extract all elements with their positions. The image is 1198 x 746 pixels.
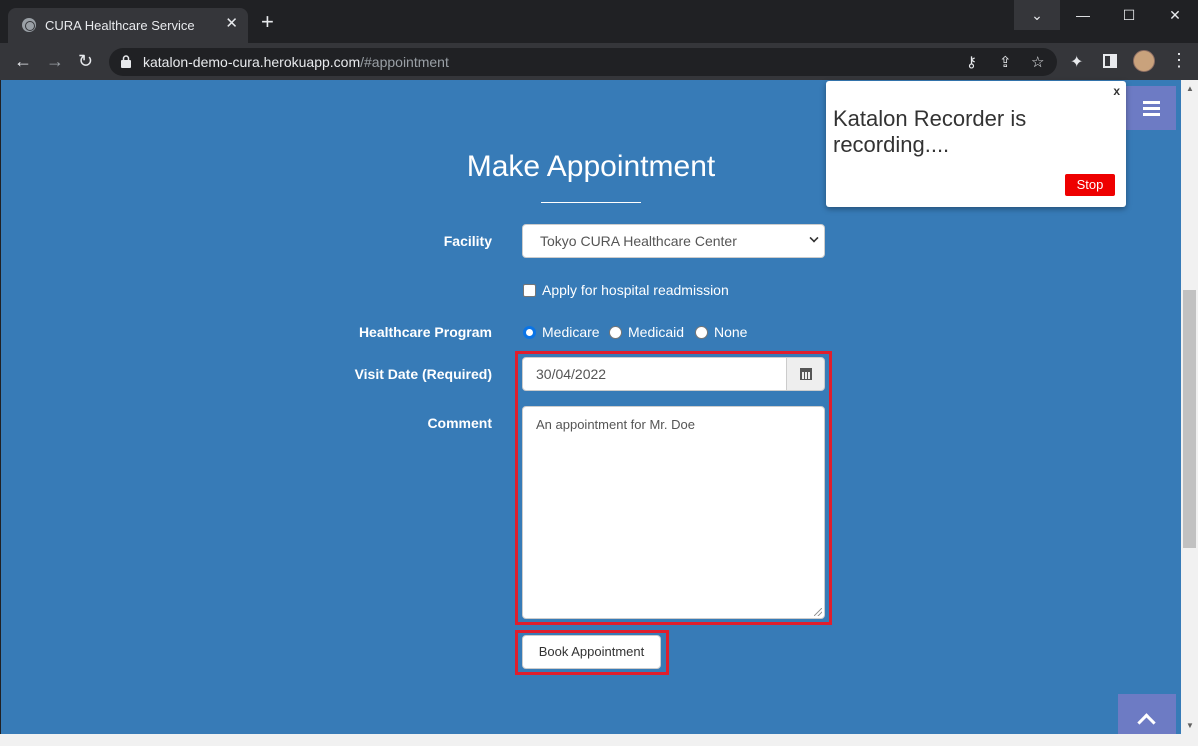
comment-label: Comment (427, 415, 492, 431)
radio-label-none[interactable]: None (714, 324, 747, 340)
share-icon[interactable]: ⇪ (999, 53, 1012, 71)
browser-tab[interactable]: CURA Healthcare Service ✕ (8, 8, 248, 43)
scroll-down-icon[interactable]: ▼ (1186, 721, 1194, 730)
browser-menu-icon[interactable]: ⋮ (1170, 50, 1188, 70)
radio-none[interactable] (695, 326, 708, 339)
radio-label-medicaid[interactable]: Medicaid (628, 324, 684, 340)
globe-icon (22, 18, 36, 32)
window-bottom-edge (0, 734, 1198, 746)
program-label: Healthcare Program (358, 324, 492, 340)
readmission-label[interactable]: Apply for hospital readmission (542, 282, 729, 298)
hamburger-icon (1143, 107, 1160, 110)
minimize-button[interactable]: — (1060, 0, 1106, 30)
page-scrollbar[interactable]: ▲ ▼ (1181, 80, 1198, 734)
radio-medicare[interactable] (523, 326, 536, 339)
katalon-recorder-popup: x Katalon Recorder is recording.... Stop (826, 81, 1126, 207)
radio-medicaid[interactable] (609, 326, 622, 339)
recorder-highlight-fields (515, 351, 832, 625)
menu-toggle-button[interactable] (1126, 86, 1176, 130)
scroll-up-icon[interactable]: ▲ (1186, 84, 1194, 93)
side-panel-icon[interactable] (1103, 54, 1117, 68)
tab-close-icon[interactable]: ✕ (225, 16, 238, 32)
browser-toolbar: ← → ↻ katalon-demo-cura.herokuapp.com/#a… (0, 43, 1198, 80)
back-arrow-icon[interactable]: ← (14, 51, 32, 71)
title-divider (541, 202, 641, 203)
url-text: katalon-demo-cura.herokuapp.com/#appoint… (143, 54, 449, 70)
url-path: /#appointment (360, 54, 449, 70)
hamburger-icon (1143, 113, 1160, 116)
star-icon[interactable]: ☆ (1031, 53, 1044, 71)
radio-label-medicare[interactable]: Medicare (542, 324, 600, 340)
scrollbar-thumb[interactable] (1183, 290, 1196, 548)
visit-date-label: Visit Date (Required) (354, 366, 492, 382)
scroll-to-top-button[interactable] (1118, 694, 1176, 734)
maximize-button[interactable]: ☐ (1106, 0, 1152, 30)
facility-selected-value: Tokyo CURA Healthcare Center (540, 233, 737, 249)
readmission-checkbox[interactable] (523, 284, 536, 297)
new-tab-button[interactable]: + (261, 11, 274, 33)
extensions-icon[interactable]: ✦ (1070, 52, 1083, 72)
facility-select[interactable]: Tokyo CURA Healthcare Center (522, 224, 825, 258)
popup-close-button[interactable]: x (1113, 84, 1120, 98)
hamburger-icon (1143, 101, 1160, 104)
recorder-highlight-button (515, 630, 669, 675)
chevron-down-icon (809, 233, 819, 243)
url-host: katalon-demo-cura.herokuapp.com (143, 54, 361, 70)
reload-icon[interactable]: ↻ (78, 51, 93, 71)
lock-icon (121, 55, 131, 68)
forward-arrow-icon[interactable]: → (46, 51, 64, 71)
profile-avatar[interactable] (1133, 50, 1155, 72)
facility-label: Facility (443, 233, 492, 249)
popup-message: Katalon Recorder is recording.... (833, 106, 1027, 157)
tab-strip: CURA Healthcare Service ✕ + ⌄ — ☐ ✕ (0, 0, 1198, 43)
stop-recording-button[interactable]: Stop (1065, 174, 1115, 196)
tab-title: CURA Healthcare Service (45, 18, 195, 33)
address-bar[interactable]: katalon-demo-cura.herokuapp.com/#appoint… (109, 48, 1057, 76)
key-icon[interactable]: ⚷ (966, 53, 977, 71)
close-window-button[interactable]: ✕ (1152, 0, 1198, 30)
tab-search-icon[interactable]: ⌄ (1014, 0, 1060, 30)
